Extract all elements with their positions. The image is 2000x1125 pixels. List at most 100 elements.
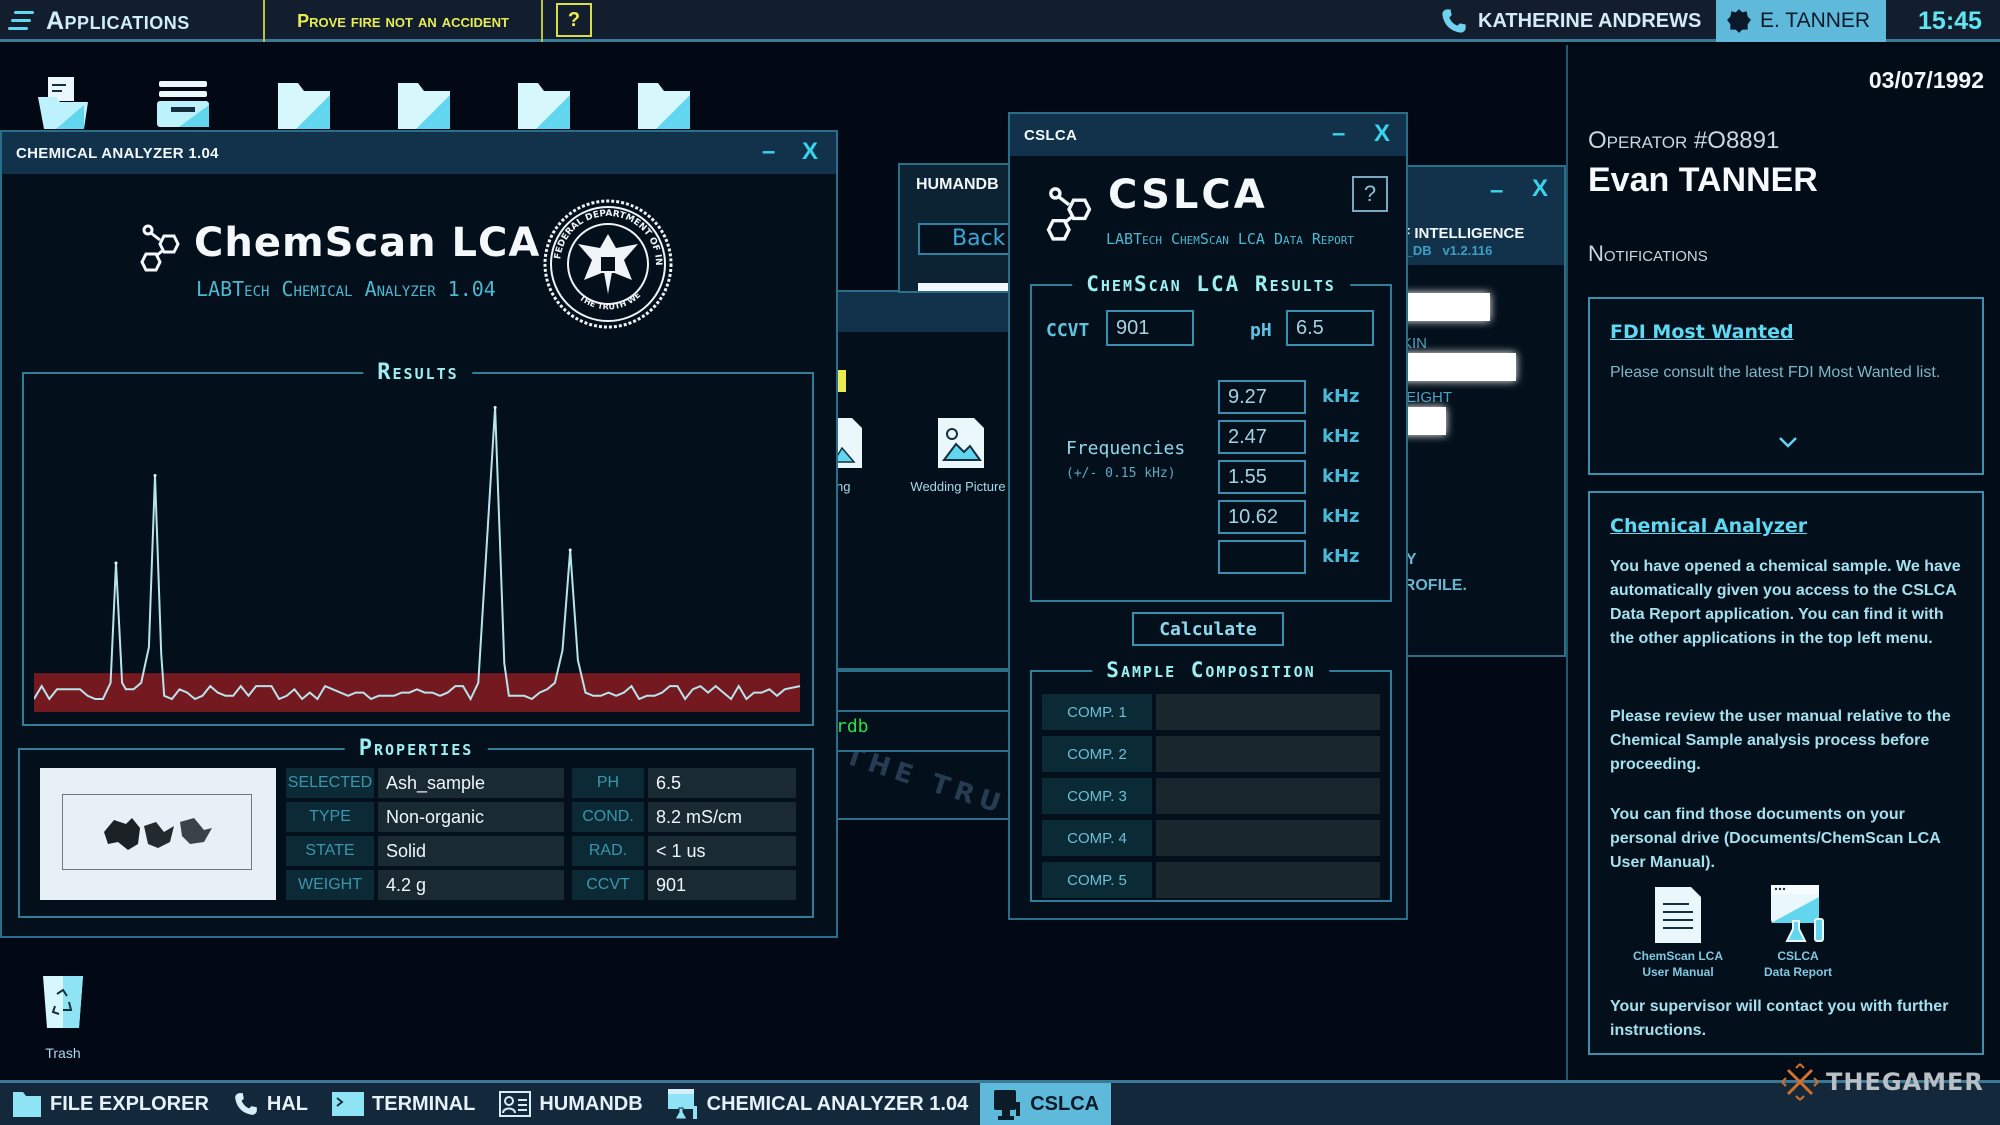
notification-card[interactable]: FDI Most Wanted Please consult the lates… <box>1588 297 1984 475</box>
component-value <box>1156 778 1380 814</box>
back-button[interactable]: Back <box>918 223 1018 255</box>
frequency-input[interactable]: 9.27 <box>1218 380 1306 414</box>
taskbar-item-cslca[interactable]: CSLCA <box>980 1083 1112 1125</box>
phone-icon <box>1442 9 1466 33</box>
chemical-analyzer-window[interactable]: CHEMICAL ANALYZER 1.04 – X ChemScan LCA … <box>0 130 838 938</box>
current-date: 03/07/1992 <box>1868 67 1984 93</box>
applications-menu-button[interactable]: Applications <box>0 0 262 42</box>
ash-sample-icon <box>104 818 212 850</box>
property-value: < 1 us <box>648 836 796 866</box>
documents-folder-icon[interactable] <box>36 75 92 129</box>
sample-composition-panel: Sample Composition COMP. 1 COMP. 2 COMP. 3… <box>1030 658 1392 902</box>
folder-icon[interactable] <box>636 75 692 129</box>
file-explorer-window-background: ng Wedding Picture <box>835 290 1010 670</box>
notification-paragraph: Please review the user manual relative t… <box>1610 708 1951 773</box>
clock: 15:45 <box>1918 6 1982 35</box>
folder-icon[interactable] <box>516 75 572 129</box>
results-panel: ChemScan LCA Results CCVT 901 pH 6.5 Fre… <box>1030 272 1392 602</box>
active-call[interactable]: KATHERINE ANDREWS <box>1440 0 1701 42</box>
frequency-unit: kHz <box>1322 426 1360 447</box>
cslca-titlebar[interactable]: CSLCA <box>1010 114 1406 156</box>
spectrum-peak <box>568 548 572 552</box>
taskbar-item-terminal[interactable]: TERMINAL <box>320 1083 487 1125</box>
ph-label: pH <box>1250 320 1272 341</box>
archive-drawer-icon[interactable] <box>155 75 211 127</box>
folder-icon <box>13 1092 41 1117</box>
mission-help-button[interactable]: ? <box>556 3 592 37</box>
close-button[interactable]: X <box>1374 120 1390 148</box>
component-label: COMP. 5 <box>1042 862 1152 898</box>
wedding-picture-label: Wedding Picture <box>910 479 1006 494</box>
folder-icon[interactable] <box>396 75 452 129</box>
property-value: Non-organic <box>378 802 564 832</box>
app-subtitle: LABTech ChemScan LCA Data Report <box>1106 230 1355 248</box>
frequencies-tolerance: (+/- 0.15 kHz) <box>1066 466 1176 481</box>
image-file-label: ng <box>836 479 851 494</box>
humandb-window[interactable]: HUMANDB Back <box>898 163 1018 293</box>
properties-heading: Properties <box>344 736 488 761</box>
frequency-unit: kHz <box>1322 466 1360 487</box>
caller-name: KATHERINE ANDREWS <box>1478 9 1702 32</box>
property-label: STATE <box>286 836 374 866</box>
help-button[interactable]: ? <box>1352 176 1388 212</box>
folder-icon[interactable] <box>276 75 332 129</box>
taskbar-item-hal[interactable]: HAL <box>221 1083 320 1125</box>
app-brand: ChemScan LCA <box>194 220 541 266</box>
operator-id: Operator #O8891 <box>1588 127 1780 154</box>
property-label: PH <box>572 768 644 798</box>
frequency-input[interactable] <box>1218 540 1306 574</box>
taskbar-item-file-explorer[interactable]: FILE EXPLORER <box>0 1083 221 1125</box>
window-title: CHEMICAL ANALYZER 1.04 <box>16 144 219 162</box>
minimize-button[interactable]: – <box>762 138 775 166</box>
user-badge[interactable]: E. TANNER <box>1716 0 1886 42</box>
results-heading: ChemScan LCA Results <box>1072 272 1350 296</box>
microscope-icon <box>994 1090 1021 1120</box>
humandb-title: HUMANDB <box>916 176 999 193</box>
cslca-window[interactable]: CSLCA – X CSLCA ? LABTech ChemScan LCA D… <box>1008 112 1408 920</box>
image-file-shortcut[interactable]: ng <box>835 418 862 494</box>
component-label: COMP. 2 <box>1042 736 1152 772</box>
taskbar-item-chemical-analyzer[interactable]: CHEMICAL ANALYZER 1.04 <box>655 1083 981 1125</box>
minimize-button[interactable]: – <box>1332 120 1345 148</box>
watermark-logo-icon <box>1781 1063 1819 1101</box>
spectrum-peak <box>114 561 118 565</box>
id-card-icon <box>499 1091 532 1117</box>
frequency-input[interactable]: 1.55 <box>1218 460 1306 494</box>
applications-label: Applications <box>46 6 190 35</box>
molecule-icon <box>1046 187 1092 241</box>
wedding-picture-shortcut[interactable]: Wedding Picture <box>906 418 1016 494</box>
cslca-report-attachment[interactable]: CSLCA Data Report <box>1752 883 1844 980</box>
notification-card[interactable]: Chemical Analyzer You have opened a chem… <box>1588 491 1984 1055</box>
notification-paragraph: You have opened a chemical sample. We ha… <box>1610 558 1961 647</box>
user-seal-icon <box>1727 9 1751 33</box>
ph-input[interactable]: 6.5 <box>1286 310 1374 346</box>
chevron-down-icon[interactable] <box>1778 435 1798 449</box>
ccvt-input[interactable]: 901 <box>1106 310 1194 346</box>
user-manual-attachment[interactable]: ChemScan LCA User Manual <box>1630 887 1726 980</box>
results-panel: Results <box>22 360 814 726</box>
seal-watermark: THE TRUTH <box>841 750 1010 820</box>
skin-field[interactable] <box>1392 353 1516 381</box>
taskbar-item-humandb[interactable]: HUMANDB <box>487 1083 654 1125</box>
trash-shortcut[interactable]: Trash <box>38 974 88 1061</box>
component-value <box>1156 862 1380 898</box>
notification-title[interactable]: Chemical Analyzer <box>1610 515 1807 537</box>
spectrum-trace <box>34 407 801 702</box>
frequency-input[interactable]: 2.47 <box>1218 420 1306 454</box>
frequency-input[interactable]: 10.62 <box>1218 500 1306 534</box>
input-bar <box>918 283 1018 291</box>
minimize-button[interactable]: – <box>1490 177 1503 205</box>
status-field[interactable] <box>1396 293 1490 321</box>
ccvt-label: CCVT <box>1046 320 1090 341</box>
property-value: 901 <box>648 870 796 900</box>
attachment-label: CSLCA Data Report <box>1764 949 1833 979</box>
notification-title[interactable]: FDI Most Wanted <box>1610 321 1794 343</box>
close-button[interactable]: X <box>802 138 818 166</box>
chem-analyzer-titlebar[interactable]: CHEMICAL ANALYZER 1.04 <box>2 132 836 174</box>
calculate-button[interactable]: Calculate <box>1132 612 1284 646</box>
property-value: Ash_sample <box>378 768 564 798</box>
intelligence-seal-logo: FEDERAL DEPARTMENT OF INTELLIGENCE THE T… <box>542 198 673 329</box>
property-value: 4.2 g <box>378 870 564 900</box>
operator-name: Evan TANNER <box>1588 161 1818 199</box>
close-button[interactable]: X <box>1532 175 1548 203</box>
